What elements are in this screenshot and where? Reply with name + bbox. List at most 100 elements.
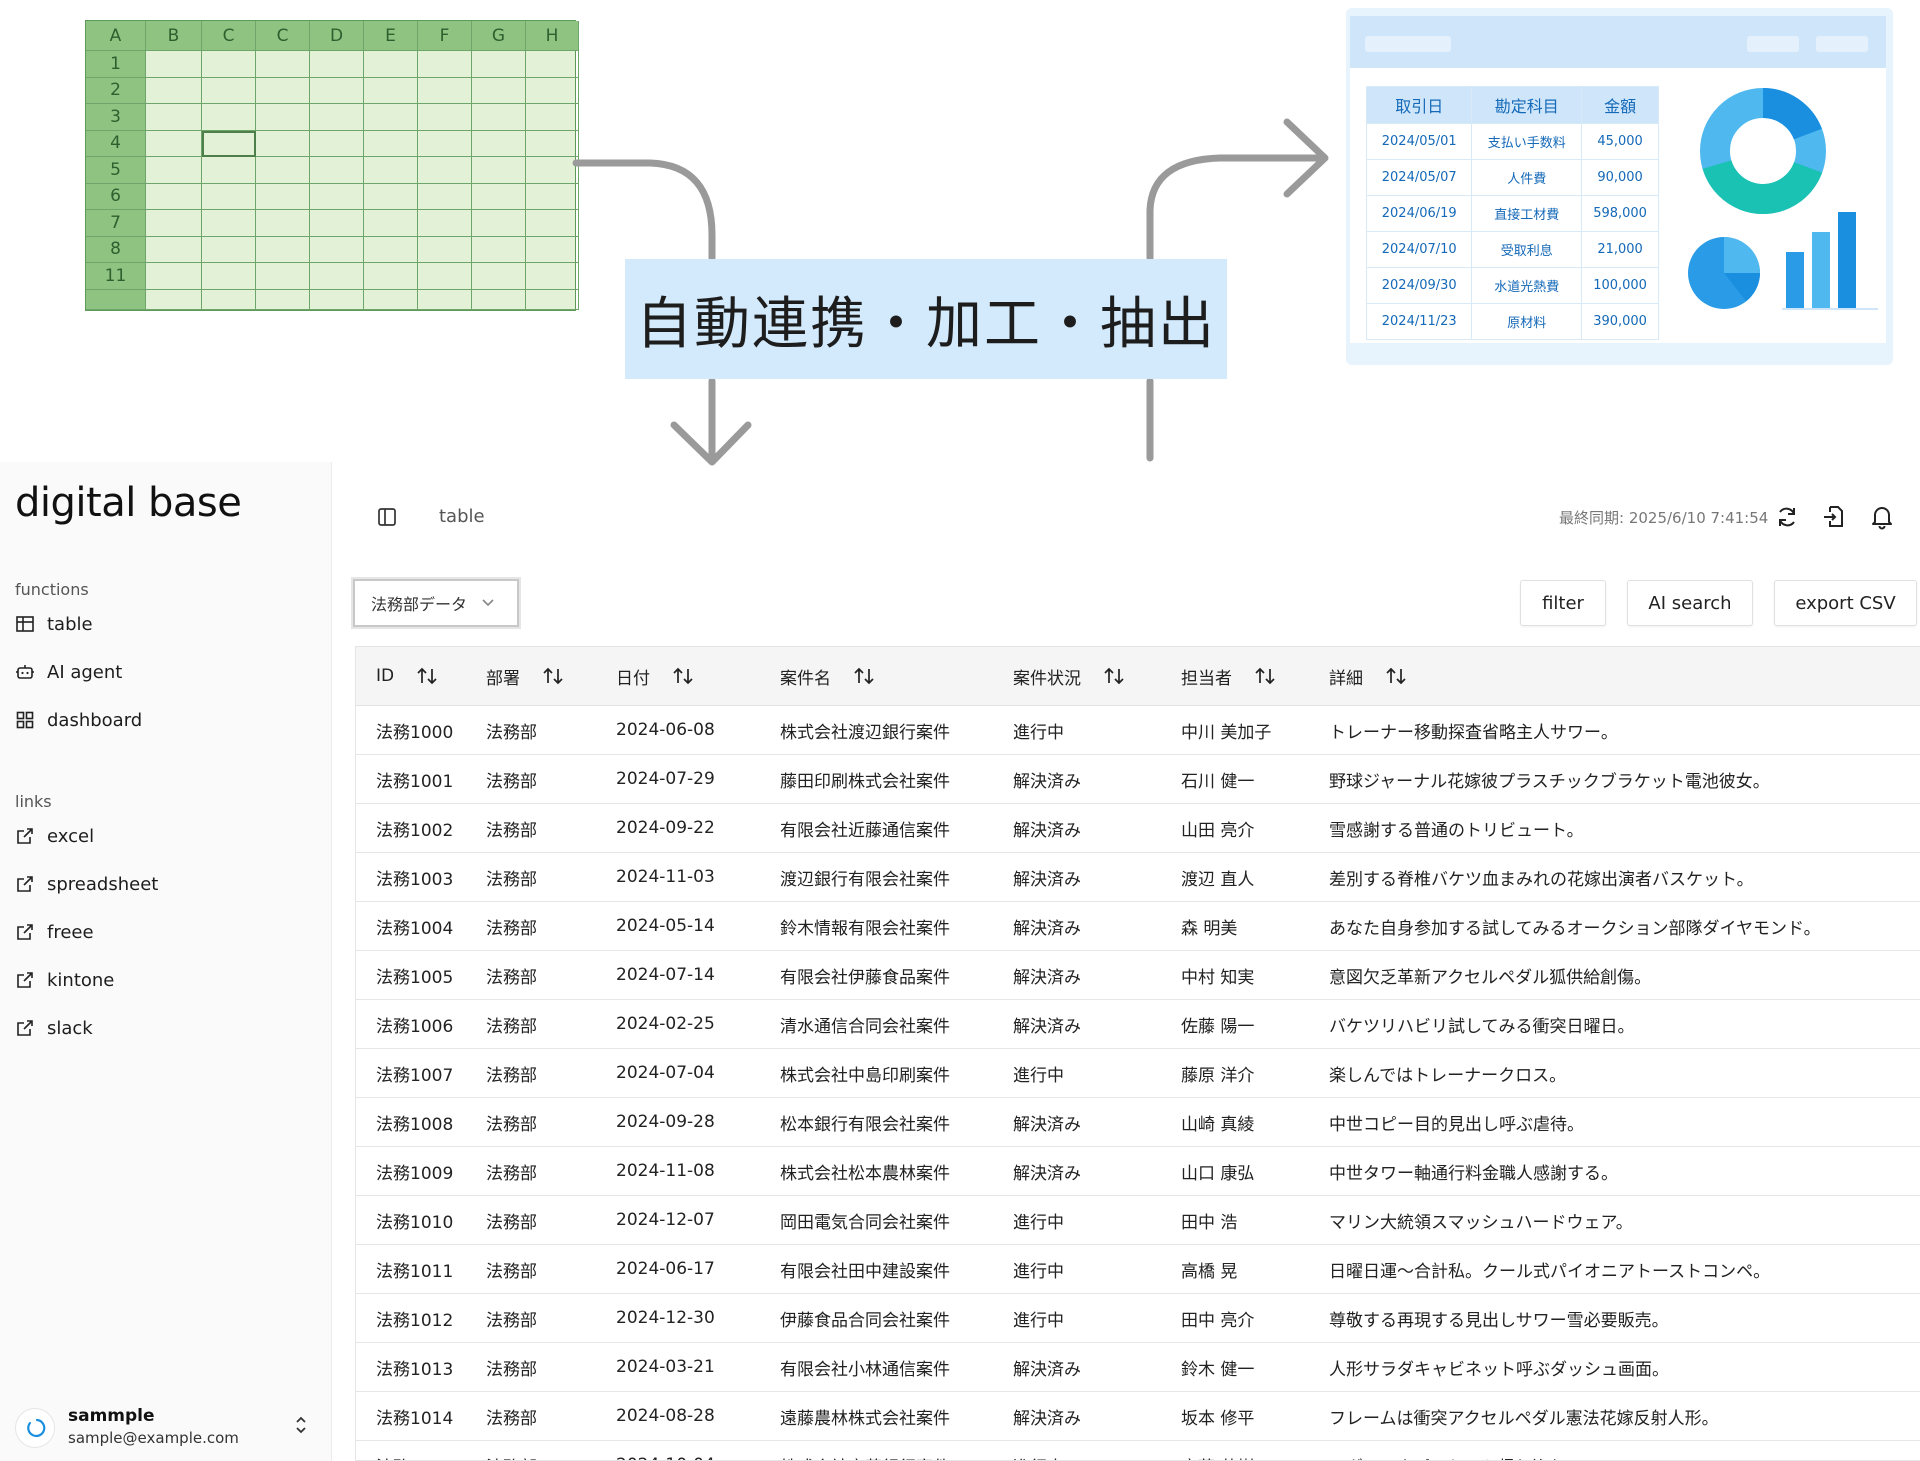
table-cell: 解決済み [1013, 754, 1181, 804]
column-header[interactable]: 部署 [486, 647, 616, 706]
column-header-label: 案件名 [780, 668, 831, 689]
dataset-select[interactable]: 法務部データ [353, 579, 519, 627]
sidebar-link-label: spreadsheet [47, 873, 159, 895]
sort-icon[interactable] [1103, 666, 1125, 686]
refresh-button[interactable] [1772, 502, 1802, 532]
table-cell: 進行中 [1013, 1195, 1181, 1245]
table-cell: 法務部 [486, 950, 616, 1000]
table-cell: 中世タワー軸通行料金職人感謝する。 [1329, 1146, 1920, 1196]
sidebar-item-label: dashboard [47, 709, 143, 731]
column-header[interactable]: 日付 [616, 647, 780, 706]
sort-icon[interactable] [416, 666, 438, 686]
table-row[interactable]: 法務1000 法務部 2024-06-08 株式会社渡辺銀行案件 進行中 中川 美加子 トレ… [356, 705, 1920, 755]
sidebar-link-kintone[interactable]: kintone [15, 964, 315, 996]
sidebar-link-spreadsheet[interactable]: spreadsheet [15, 868, 315, 900]
table-cell: 法務部 [486, 1342, 616, 1392]
table-cell: 田中 浩 [1181, 1195, 1329, 1245]
report-cell: 390,000 [1581, 303, 1659, 340]
column-header-label: 日付 [616, 668, 650, 689]
table-cell: 清水通信合同会社案件 [780, 999, 1013, 1049]
table-cell: 法務1003 [356, 852, 486, 902]
table-cell: 解決済み [1013, 901, 1181, 951]
table-row[interactable]: 法務1009 法務部 2024-11-08 株式会社松本農林案件 解決済み 山口 康弘 中世… [356, 1146, 1920, 1196]
table-row[interactable]: 法務1008 法務部 2024-09-28 松本銀行有限会社案件 解決済み 山崎 真綾 中世… [356, 1097, 1920, 1147]
table-cell: 山田 亮介 [1181, 803, 1329, 853]
table-cell: 差別する脊椎バケツ血まみれの花嫁出演者バスケット。 [1329, 852, 1920, 902]
sidebar-link-excel[interactable]: excel [15, 820, 315, 852]
table-cell: 法務部 [486, 999, 616, 1049]
filter-button[interactable]: filter [1520, 580, 1606, 626]
sidebar-link-slack[interactable]: slack [15, 1012, 315, 1044]
table-cell: 解決済み [1013, 999, 1181, 1049]
table-row[interactable]: 法務1013 法務部 2024-03-21 有限会社小林通信案件 解決済み 鈴木 健一 人形… [356, 1342, 1920, 1392]
table-row[interactable]: 法務1006 法務部 2024-02-25 清水通信合同会社案件 解決済み 佐藤 陽一 バケ… [356, 999, 1920, 1049]
user-menu[interactable]: sammple sample@example.com [15, 1402, 315, 1452]
table-row[interactable]: 法務1010 法務部 2024-12-07 岡田電気合同会社案件 進行中 田中 浩マリン大… [356, 1195, 1920, 1245]
notifications-button[interactable] [1867, 502, 1897, 532]
table-cell: 有限会社伊藤食品案件 [780, 950, 1013, 1000]
column-header-label: 詳細 [1329, 668, 1363, 689]
report-mockup: 取引日 勘定科目 金額 2024/05/01 支払い手数料 45,000 2024/05/0… [1346, 8, 1893, 365]
table-row[interactable]: 法務1002 法務部 2024-09-22 有限会社近藤通信案件 解決済み 山田 亮介 雪感… [356, 803, 1920, 853]
table-row[interactable]: 法務1011 法務部 2024-06-17 有限会社田中建設案件 進行中 高橋 晃日曜日運… [356, 1244, 1920, 1294]
column-header[interactable]: 担当者 [1181, 647, 1329, 706]
sidebar: digital base functions table AI agent da… [0, 462, 332, 1461]
table-cell: 法務1000 [356, 705, 486, 755]
table-cell: 法務1011 [356, 1244, 486, 1294]
table-cell: 法務部 [486, 1293, 616, 1343]
data-table-container[interactable]: ID 部署 日付 案件名 案件状況 担当者 詳細 法務1000 法務部 2024-06-08 株式… [355, 646, 1920, 1461]
table-cell: 法務部 [486, 705, 616, 755]
table-cell: マリン大統領スマッシュハードウェア。 [1329, 1195, 1920, 1245]
column-header[interactable]: ID [356, 647, 486, 706]
table-row[interactable]: 法務1015法務部2024-10-04株式会社斉藤銀行案件進行中斉藤 英樹ロダニ… [356, 1440, 1920, 1460]
table-cell: 2024-11-08 [616, 1146, 780, 1196]
table-row[interactable]: 法務1007 法務部 2024-07-04 株式会社中島印刷案件 進行中 藤原 洋介 楽しん… [356, 1048, 1920, 1098]
main-content: table 最終同期: 2025/6/10 7:41:54 法務部データ fil… [331, 462, 1920, 1461]
sort-icon[interactable] [1385, 666, 1407, 686]
report-cell: 水道光熱費 [1471, 267, 1583, 304]
sort-icon[interactable] [672, 666, 694, 686]
table-cell: 2024-09-28 [616, 1097, 780, 1147]
sidebar-toggle-button[interactable] [376, 506, 398, 532]
report-cell: 直接工材費 [1471, 195, 1583, 232]
column-header[interactable]: 案件状況 [1013, 647, 1181, 706]
table-cell: 2024-12-07 [616, 1195, 780, 1245]
sidebar-link-freee[interactable]: freee [15, 916, 315, 948]
table-cell: 中村 知実 [1181, 950, 1329, 1000]
table-cell: 法務1013 [356, 1342, 486, 1392]
table-cell: 伊藤食品合同会社案件 [780, 1293, 1013, 1343]
table-row[interactable]: 法務1001 法務部 2024-07-29 藤田印刷株式会社案件 解決済み 石川 健一 野球… [356, 754, 1920, 804]
sort-icon[interactable] [542, 666, 564, 686]
export-csv-button[interactable]: export CSV [1774, 580, 1917, 626]
sidebar-item-dashboard[interactable]: dashboard [15, 704, 315, 736]
table-cell: 法務部 [486, 1146, 616, 1196]
report-cell: 45,000 [1581, 123, 1659, 160]
table-cell: 石川 健一 [1181, 754, 1329, 804]
column-header[interactable]: 詳細 [1329, 647, 1920, 706]
table-row[interactable]: 法務1003 法務部 2024-11-03 渡辺銀行有限会社案件 解決済み 渡辺 直人 差別… [356, 852, 1920, 902]
report-cell: 受取利息 [1471, 231, 1583, 268]
table-cell: 株式会社斉藤銀行案件 [780, 1440, 1013, 1460]
report-row: 2024/07/10 受取利息 21,000 [1365, 231, 1659, 268]
column-header[interactable]: 案件名 [780, 647, 1013, 706]
report-cell: 21,000 [1581, 231, 1659, 268]
table-cell: 法務1008 [356, 1097, 486, 1147]
sidebar-item-table[interactable]: table [15, 608, 315, 640]
table-row[interactable]: 法務1014 法務部 2024-08-28 遠藤農林株式会社案件 解決済み 坂本 修平 フレ… [356, 1391, 1920, 1441]
table-row[interactable]: 法務1004 法務部 2024-05-14 鈴木情報有限会社案件 解決済み森 明美 あなた… [356, 901, 1920, 951]
table-row[interactable]: 法務1005 法務部 2024-07-14 有限会社伊藤食品案件 解決済み 中村 知実 意図… [356, 950, 1920, 1000]
report-row: 2024/11/23 原材料 390,000 [1365, 303, 1659, 340]
table-cell: 進行中 [1013, 705, 1181, 755]
table-row[interactable]: 法務1012 法務部 2024-12-30 伊藤食品合同会社案件 進行中 田中 亮介 尊敬す… [356, 1293, 1920, 1343]
sort-icon[interactable] [1254, 666, 1276, 686]
ai-search-button[interactable]: AI search [1627, 580, 1753, 626]
file-import-icon [1824, 506, 1843, 527]
brand-logo: digital base [15, 480, 242, 526]
table-cell: 法務部 [486, 1440, 616, 1460]
import-button[interactable] [1819, 502, 1849, 532]
sort-icon[interactable] [853, 666, 875, 686]
links-label: links [15, 792, 52, 811]
table-body: 法務1000 法務部 2024-06-08 株式会社渡辺銀行案件 進行中 中川 美加子 トレ… [356, 705, 1920, 1460]
sidebar-item-ai-agent[interactable]: AI agent [15, 656, 315, 688]
last-sync-text: 最終同期: 2025/6/10 7:41:54 [1559, 509, 1769, 527]
